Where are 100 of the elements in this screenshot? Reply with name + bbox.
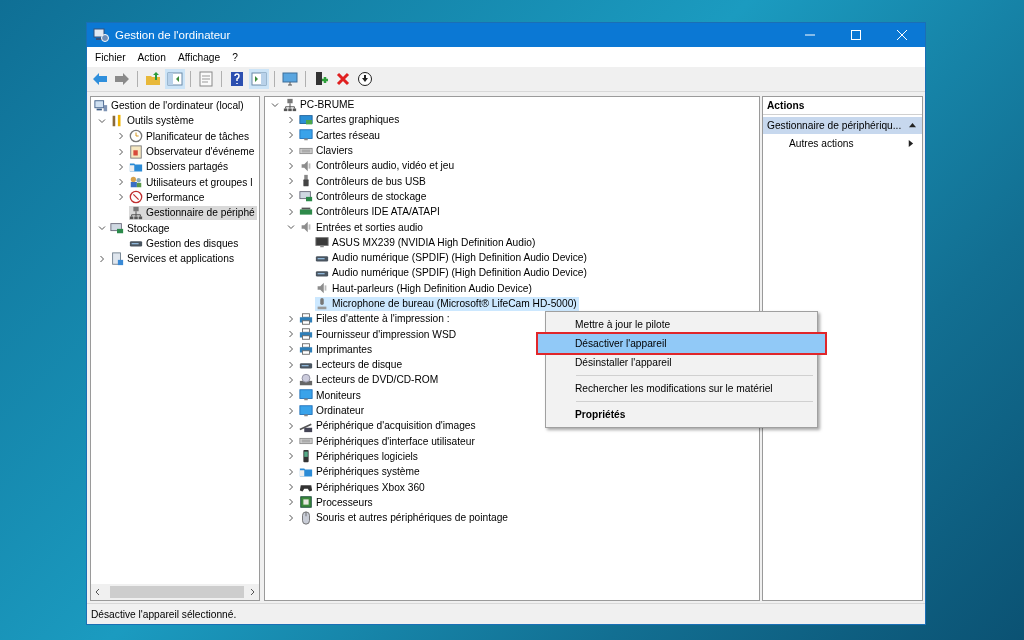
tree-item[interactable]: Contrôleurs de stockage (299, 189, 429, 204)
tree-item[interactable]: ASUS MX239 (NVIDIA High Definition Audio) (315, 235, 538, 250)
tree-item[interactable]: Lecteurs de DVD/CD-ROM (299, 373, 441, 387)
tree-item[interactable]: Audio numérique (SPDIF) (High Definition Audio Device) (315, 265, 589, 280)
tree-item[interactable]: Contrôleurs audio, vidéo et jeu (299, 158, 457, 173)
clock-icon (129, 129, 143, 144)
chevron-down-icon[interactable] (271, 100, 279, 109)
tree-item[interactable]: Cartes graphiques (299, 112, 402, 127)
context-menu-item[interactable]: Propriétés (548, 405, 815, 424)
chevron-right-icon[interactable] (117, 147, 125, 156)
monitor-icon[interactable] (280, 69, 300, 89)
chevron-right-icon[interactable] (287, 192, 295, 201)
chevron-right-icon[interactable] (287, 513, 295, 522)
tree-item[interactable]: Gestion de l'ordinateur (local) (94, 98, 246, 113)
chevron-right-icon[interactable] (287, 131, 295, 140)
context-menu-item[interactable]: Désactiver l'appareil (538, 334, 825, 353)
actions-section[interactable]: Gestionnaire de périphériqu... (763, 117, 922, 134)
tree-item[interactable]: Gestion des disques (129, 236, 241, 251)
chevron-right-icon[interactable] (287, 330, 295, 339)
chevron-down-icon[interactable] (98, 224, 106, 232)
tree-item[interactable]: Microphone de bureau (Microsoft® LifeCam HD-5000) (315, 296, 579, 311)
menu-item[interactable]: Action (131, 51, 172, 63)
chevron-right-icon[interactable] (287, 345, 295, 354)
storage-icon (110, 221, 124, 235)
action-link[interactable]: Autres actions (763, 134, 922, 152)
chevron-right-icon[interactable] (287, 421, 295, 430)
tree-item[interactable]: Performance (129, 190, 207, 205)
tree-item[interactable]: Périphérique d'acquisition d'images (299, 418, 478, 433)
tree-item[interactable]: Gestionnaire de périphé (129, 205, 257, 220)
chevron-right-icon[interactable] (287, 146, 295, 155)
chevron-right-icon[interactable] (287, 177, 295, 186)
monitor-icon (299, 388, 313, 403)
tree-item[interactable]: Périphériques Xbox 360 (299, 480, 427, 495)
tree-item[interactable]: Lecteurs de disque (299, 357, 405, 372)
computer-icon (94, 98, 108, 113)
chevron-down-icon[interactable] (287, 223, 295, 231)
chevron-right-icon[interactable] (117, 193, 125, 202)
speaker-icon (315, 281, 329, 296)
context-menu-item[interactable]: Mettre à jour le pilote (548, 315, 815, 334)
tree-item[interactable]: Claviers (299, 143, 355, 158)
chevron-right-icon[interactable] (98, 254, 106, 263)
chevron-right-icon[interactable] (117, 178, 125, 187)
chevron-right-icon[interactable] (287, 437, 295, 446)
chevron-right-icon[interactable] (287, 360, 295, 369)
chevron-right-icon[interactable] (287, 498, 295, 507)
chevron-right-icon[interactable] (287, 406, 295, 415)
chevron-right-icon[interactable] (287, 376, 295, 384)
chevron-down-icon[interactable] (98, 116, 106, 125)
context-menu-item[interactable]: Rechercher les modifications sur le matériel (548, 379, 815, 398)
menu-item[interactable]: Affichage (171, 51, 227, 63)
chevron-right-icon[interactable] (117, 162, 125, 171)
status-text: Désactive l'appareil sélectionné. (91, 608, 237, 620)
horizontal-scrollbar[interactable] (91, 584, 259, 600)
services-icon (110, 251, 124, 266)
chevron-right-icon[interactable] (117, 132, 125, 141)
chevron-right-icon[interactable] (287, 483, 295, 492)
context-menu-item[interactable]: Désinstaller l'appareil (548, 353, 815, 372)
properties-icon[interactable] (196, 69, 216, 89)
scroll-right-icon[interactable] (248, 588, 256, 596)
menu-item[interactable]: ? (226, 51, 244, 63)
tree-item[interactable]: Dossiers partagés (129, 159, 231, 174)
tree-item[interactable]: Cartes réseau (299, 128, 382, 143)
console-tree-icon[interactable] (165, 69, 185, 89)
tree-item[interactable]: Contrôleurs de bus USB (299, 174, 428, 189)
tree-item[interactable]: Planificateur de tâches (129, 129, 252, 144)
tree-item[interactable]: Services et applications (110, 251, 237, 266)
chevron-right-icon[interactable] (287, 161, 295, 170)
tree-item[interactable]: Contrôleurs IDE ATA/ATAPI (299, 204, 442, 219)
printer-icon (299, 311, 313, 326)
tree-item[interactable]: Fournisseur d'impression WSD (299, 327, 459, 342)
chevron-right-icon[interactable] (287, 207, 295, 216)
chevron-right-icon[interactable] (287, 314, 295, 323)
tree-item[interactable]: Audio numérique (SPDIF) (High Definition Audio Device) (315, 250, 589, 265)
tree-item[interactable]: Observateur d'événeme (129, 144, 257, 159)
tree-item[interactable]: Moniteurs (299, 388, 363, 403)
tree-item[interactable]: Processeurs (299, 495, 375, 510)
speaker-icon (299, 158, 313, 173)
tree-item[interactable]: Ordinateur (299, 403, 367, 418)
chevron-right-icon[interactable] (287, 115, 295, 124)
download-icon[interactable] (355, 69, 375, 89)
tree-item[interactable]: Stockage (110, 221, 172, 235)
tree-item[interactable]: Périphériques logiciels (299, 449, 420, 464)
chevron-right-icon[interactable] (287, 452, 295, 461)
disc-drive-icon (299, 373, 313, 387)
tree-item[interactable]: Entrées et sorties audio (299, 220, 426, 234)
tree-item[interactable]: Outils système (110, 113, 196, 128)
chevron-right-icon[interactable] (287, 391, 295, 400)
tree-item[interactable]: Utilisateurs et groupes l (129, 175, 255, 190)
chevron-right-icon[interactable] (287, 467, 295, 476)
tree-item[interactable]: PC-BRUME (283, 97, 357, 112)
tree-item[interactable]: Périphériques système (299, 464, 422, 479)
tree-item[interactable]: Imprimantes (299, 342, 375, 357)
tree-item[interactable]: Haut-parleurs (High Definition Audio Device) (315, 281, 534, 296)
scroll-left-icon[interactable] (94, 588, 102, 596)
tree-item[interactable]: Files d'attente à l'impression : (299, 311, 452, 326)
collapse-triangle-icon[interactable] (909, 122, 916, 129)
scrollbar-thumb[interactable] (110, 586, 244, 598)
tree-item[interactable]: Périphériques d'interface utilisateur (299, 434, 477, 449)
tree-item[interactable]: Souris et autres périphériques de pointage (299, 510, 510, 525)
menu-item[interactable]: Fichier (89, 51, 132, 63)
